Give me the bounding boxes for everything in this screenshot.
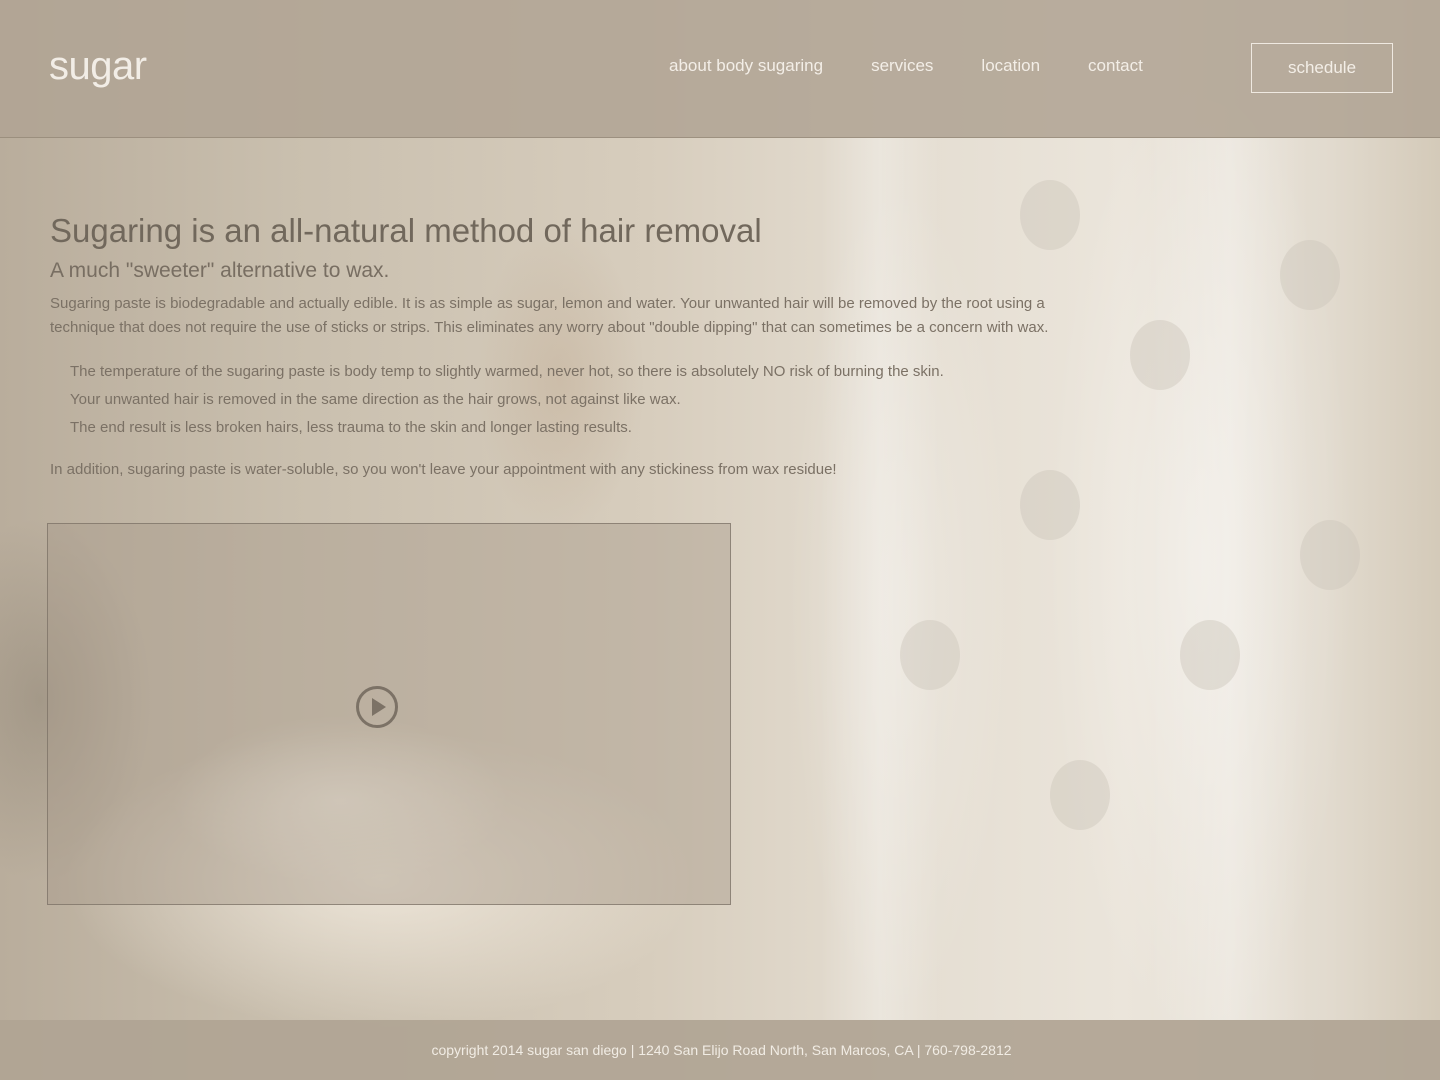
background-pattern — [1280, 240, 1340, 310]
play-circle-icon[interactable] — [356, 686, 398, 728]
main-nav: about body sugaring services location co… — [669, 56, 1191, 76]
main-content: Sugaring is an all-natural method of hai… — [50, 212, 1090, 482]
intro-paragraph: Sugaring paste is biodegradable and actu… — [50, 295, 1049, 336]
nav-contact[interactable]: contact — [1088, 56, 1143, 76]
page-subheadline: A much "sweeter" alternative to wax. — [50, 259, 390, 282]
page-headline: Sugaring is an all-natural method of hai… — [50, 212, 762, 249]
list-item: The temperature of the sugaring paste is… — [70, 363, 944, 380]
background-pattern — [1180, 620, 1240, 690]
video-player[interactable] — [47, 523, 731, 905]
nav-services[interactable]: services — [871, 56, 933, 76]
play-triangle-icon — [372, 698, 386, 716]
nav-location[interactable]: location — [981, 56, 1040, 76]
addition-paragraph: In addition, sugaring paste is water-sol… — [50, 461, 837, 478]
schedule-button[interactable]: schedule — [1251, 43, 1393, 93]
nav-about-body-sugaring[interactable]: about body sugaring — [669, 56, 823, 76]
background-pattern — [1050, 760, 1110, 830]
site-footer: copyright 2014 sugar san diego | 1240 Sa… — [0, 1020, 1440, 1080]
site-logo[interactable]: sugar — [49, 44, 147, 89]
list-item: The end result is less broken hairs, les… — [70, 419, 632, 436]
background-pattern — [1300, 520, 1360, 590]
footer-copyright: copyright 2014 sugar san diego | 1240 Sa… — [431, 1042, 1012, 1058]
background-pattern — [1130, 320, 1190, 390]
list-item: Your unwanted hair is removed in the sam… — [70, 391, 681, 408]
site-header: sugar about body sugaring services locat… — [0, 0, 1440, 138]
background-pattern — [900, 620, 960, 690]
benefits-list: The temperature of the sugaring paste is… — [50, 358, 1090, 442]
